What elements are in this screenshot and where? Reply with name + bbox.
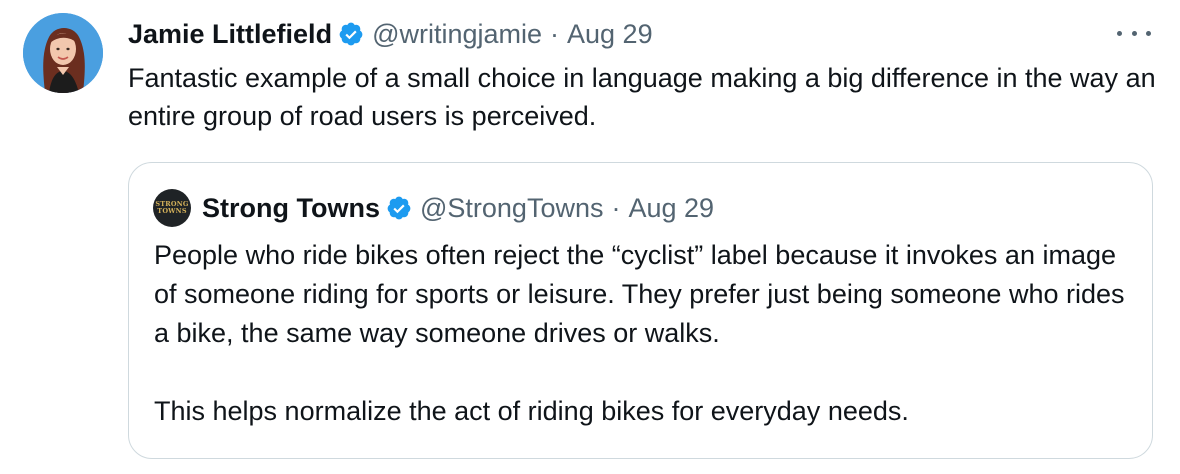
logo-text-line2: TOWNS [157, 207, 187, 215]
strong-towns-logo: STRONG TOWNS [153, 189, 191, 227]
verified-badge-icon [387, 196, 411, 220]
quoted-paragraph-1: People who ride bikes often reject the “… [154, 240, 1125, 348]
quoted-tweet-date: Aug 29 [628, 193, 715, 223]
avatar[interactable] [23, 13, 103, 93]
quoted-tweet-header: STRONG TOWNS Strong Towns @StrongTowns ·… [153, 188, 714, 228]
quoted-tweet-text: People who ride bikes often reject the “… [154, 236, 1139, 431]
more-options-icon[interactable] [1117, 26, 1151, 40]
quoted-tweet[interactable]: STRONG TOWNS Strong Towns @StrongTowns ·… [128, 162, 1153, 459]
tweet-text: Fantastic example of a small choice in l… [128, 63, 1156, 131]
more-dot [1131, 30, 1137, 36]
separator-dot: · [550, 19, 560, 49]
quoted-paragraph-2: This helps normalize the act of riding b… [154, 396, 909, 426]
more-dot [1146, 30, 1151, 36]
author-handle[interactable]: @writingjamie [372, 14, 542, 54]
quoted-author-name: Strong Towns [202, 193, 380, 223]
separator-dot: · [611, 193, 621, 223]
verified-badge-icon[interactable] [338, 21, 364, 47]
author-name[interactable]: Jamie Littlefield [128, 14, 332, 54]
tweet-date[interactable]: Aug 29 [567, 14, 653, 54]
more-dot [1117, 30, 1122, 36]
tweet-header: Jamie Littlefield @writingjamie · Aug 29 [128, 14, 653, 54]
quoted-author-handle: @StrongTowns [419, 193, 604, 223]
